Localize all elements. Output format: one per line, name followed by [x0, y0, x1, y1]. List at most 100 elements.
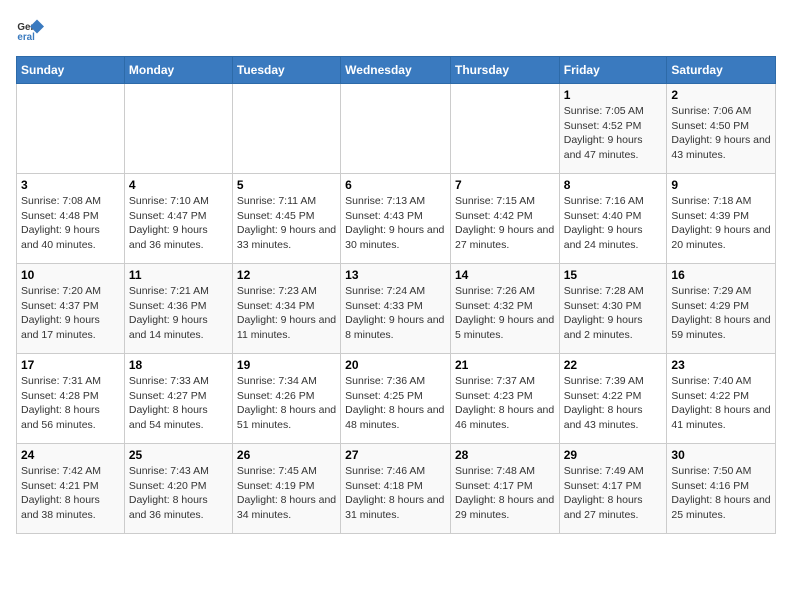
day-number: 25	[129, 448, 228, 462]
day-number: 20	[345, 358, 446, 372]
day-cell: 7 Sunrise: 7:15 AM Sunset: 4:42 PM Daylig…	[450, 174, 559, 264]
day-number: 16	[671, 268, 771, 282]
page-header: Gen eral	[16, 16, 776, 44]
day-cell: 14 Sunrise: 7:26 AM Sunset: 4:32 PM Dayli…	[450, 264, 559, 354]
day-number: 22	[564, 358, 663, 372]
day-info: Sunrise: 7:36 AM Sunset: 4:25 PM Dayligh…	[345, 374, 446, 433]
col-header-sunday: Sunday	[17, 57, 125, 84]
calendar-header-row: SundayMondayTuesdayWednesdayThursdayFrid…	[17, 57, 776, 84]
week-row-4: 17 Sunrise: 7:31 AM Sunset: 4:28 PM Dayli…	[17, 354, 776, 444]
logo-icon: Gen eral	[16, 16, 44, 44]
day-info: Sunrise: 7:49 AM Sunset: 4:17 PM Dayligh…	[564, 464, 663, 523]
col-header-saturday: Saturday	[667, 57, 776, 84]
day-cell: 8 Sunrise: 7:16 AM Sunset: 4:40 PM Daylig…	[559, 174, 667, 264]
week-row-5: 24 Sunrise: 7:42 AM Sunset: 4:21 PM Dayli…	[17, 444, 776, 534]
logo: Gen eral	[16, 16, 48, 44]
day-number: 18	[129, 358, 228, 372]
day-cell: 20 Sunrise: 7:36 AM Sunset: 4:25 PM Dayli…	[341, 354, 451, 444]
day-info: Sunrise: 7:16 AM Sunset: 4:40 PM Dayligh…	[564, 194, 663, 253]
day-info: Sunrise: 7:26 AM Sunset: 4:32 PM Dayligh…	[455, 284, 555, 343]
day-cell: 16 Sunrise: 7:29 AM Sunset: 4:29 PM Dayli…	[667, 264, 776, 354]
day-number: 24	[21, 448, 120, 462]
day-number: 13	[345, 268, 446, 282]
day-info: Sunrise: 7:37 AM Sunset: 4:23 PM Dayligh…	[455, 374, 555, 433]
day-info: Sunrise: 7:23 AM Sunset: 4:34 PM Dayligh…	[237, 284, 336, 343]
day-cell: 13 Sunrise: 7:24 AM Sunset: 4:33 PM Dayli…	[341, 264, 451, 354]
day-info: Sunrise: 7:18 AM Sunset: 4:39 PM Dayligh…	[671, 194, 771, 253]
day-number: 3	[21, 178, 120, 192]
week-row-1: 1Sunrise: 7:05 AM Sunset: 4:52 PM Daylig…	[17, 84, 776, 174]
day-info: Sunrise: 7:13 AM Sunset: 4:43 PM Dayligh…	[345, 194, 446, 253]
day-cell	[450, 84, 559, 174]
day-cell: 22 Sunrise: 7:39 AM Sunset: 4:22 PM Dayli…	[559, 354, 667, 444]
day-info: Sunrise: 7:20 AM Sunset: 4:37 PM Dayligh…	[21, 284, 120, 343]
day-cell: 2 Sunrise: 7:06 AM Sunset: 4:50 PM Daylig…	[667, 84, 776, 174]
day-number: 28	[455, 448, 555, 462]
day-number: 4	[129, 178, 228, 192]
day-number: 19	[237, 358, 336, 372]
day-number: 2	[671, 88, 771, 102]
day-number: 30	[671, 448, 771, 462]
week-row-2: 3Sunrise: 7:08 AM Sunset: 4:48 PM Daylig…	[17, 174, 776, 264]
day-info: Sunrise: 7:46 AM Sunset: 4:18 PM Dayligh…	[345, 464, 446, 523]
day-cell: 9Sunrise: 7:18 AM Sunset: 4:39 PM Daylig…	[667, 174, 776, 264]
day-info: Sunrise: 7:29 AM Sunset: 4:29 PM Dayligh…	[671, 284, 771, 343]
day-cell: 18 Sunrise: 7:33 AM Sunset: 4:27 PM Dayli…	[124, 354, 232, 444]
day-info: Sunrise: 7:48 AM Sunset: 4:17 PM Dayligh…	[455, 464, 555, 523]
week-row-3: 10 Sunrise: 7:20 AM Sunset: 4:37 PM Dayli…	[17, 264, 776, 354]
day-cell: 4 Sunrise: 7:10 AM Sunset: 4:47 PM Daylig…	[124, 174, 232, 264]
day-info: Sunrise: 7:43 AM Sunset: 4:20 PM Dayligh…	[129, 464, 228, 523]
day-cell: 15Sunrise: 7:28 AM Sunset: 4:30 PM Dayli…	[559, 264, 667, 354]
day-info: Sunrise: 7:33 AM Sunset: 4:27 PM Dayligh…	[129, 374, 228, 433]
day-cell: 27Sunrise: 7:46 AM Sunset: 4:18 PM Dayli…	[341, 444, 451, 534]
day-info: Sunrise: 7:11 AM Sunset: 4:45 PM Dayligh…	[237, 194, 336, 253]
day-number: 8	[564, 178, 663, 192]
day-number: 10	[21, 268, 120, 282]
day-cell: 21 Sunrise: 7:37 AM Sunset: 4:23 PM Dayli…	[450, 354, 559, 444]
day-number: 6	[345, 178, 446, 192]
day-number: 14	[455, 268, 555, 282]
day-info: Sunrise: 7:42 AM Sunset: 4:21 PM Dayligh…	[21, 464, 120, 523]
day-cell: 17 Sunrise: 7:31 AM Sunset: 4:28 PM Dayli…	[17, 354, 125, 444]
day-cell: 26 Sunrise: 7:45 AM Sunset: 4:19 PM Dayli…	[232, 444, 340, 534]
day-cell: 3Sunrise: 7:08 AM Sunset: 4:48 PM Daylig…	[17, 174, 125, 264]
day-info: Sunrise: 7:21 AM Sunset: 4:36 PM Dayligh…	[129, 284, 228, 343]
day-cell: 6 Sunrise: 7:13 AM Sunset: 4:43 PM Daylig…	[341, 174, 451, 264]
day-cell: 5 Sunrise: 7:11 AM Sunset: 4:45 PM Daylig…	[232, 174, 340, 264]
day-cell: 23 Sunrise: 7:40 AM Sunset: 4:22 PM Dayli…	[667, 354, 776, 444]
day-cell	[17, 84, 125, 174]
day-cell: 11Sunrise: 7:21 AM Sunset: 4:36 PM Dayli…	[124, 264, 232, 354]
day-info: Sunrise: 7:45 AM Sunset: 4:19 PM Dayligh…	[237, 464, 336, 523]
day-cell: 29 Sunrise: 7:49 AM Sunset: 4:17 PM Dayli…	[559, 444, 667, 534]
day-cell: 12 Sunrise: 7:23 AM Sunset: 4:34 PM Dayli…	[232, 264, 340, 354]
day-number: 15	[564, 268, 663, 282]
col-header-monday: Monday	[124, 57, 232, 84]
day-cell: 19 Sunrise: 7:34 AM Sunset: 4:26 PM Dayli…	[232, 354, 340, 444]
day-info: Sunrise: 7:31 AM Sunset: 4:28 PM Dayligh…	[21, 374, 120, 433]
day-cell: 25 Sunrise: 7:43 AM Sunset: 4:20 PM Dayli…	[124, 444, 232, 534]
col-header-thursday: Thursday	[450, 57, 559, 84]
col-header-wednesday: Wednesday	[341, 57, 451, 84]
day-info: Sunrise: 7:15 AM Sunset: 4:42 PM Dayligh…	[455, 194, 555, 253]
day-number: 12	[237, 268, 336, 282]
calendar-table: SundayMondayTuesdayWednesdayThursdayFrid…	[16, 56, 776, 534]
day-info: Sunrise: 7:39 AM Sunset: 4:22 PM Dayligh…	[564, 374, 663, 433]
day-number: 21	[455, 358, 555, 372]
day-info: Sunrise: 7:10 AM Sunset: 4:47 PM Dayligh…	[129, 194, 228, 253]
day-number: 23	[671, 358, 771, 372]
day-cell: 30Sunrise: 7:50 AM Sunset: 4:16 PM Dayli…	[667, 444, 776, 534]
day-number: 26	[237, 448, 336, 462]
day-info: Sunrise: 7:34 AM Sunset: 4:26 PM Dayligh…	[237, 374, 336, 433]
day-info: Sunrise: 7:40 AM Sunset: 4:22 PM Dayligh…	[671, 374, 771, 433]
day-number: 17	[21, 358, 120, 372]
day-info: Sunrise: 7:06 AM Sunset: 4:50 PM Dayligh…	[671, 104, 771, 163]
svg-text:eral: eral	[17, 32, 35, 43]
day-number: 5	[237, 178, 336, 192]
col-header-friday: Friday	[559, 57, 667, 84]
day-cell	[232, 84, 340, 174]
day-cell	[341, 84, 451, 174]
day-number: 29	[564, 448, 663, 462]
day-cell: 1Sunrise: 7:05 AM Sunset: 4:52 PM Daylig…	[559, 84, 667, 174]
day-info: Sunrise: 7:24 AM Sunset: 4:33 PM Dayligh…	[345, 284, 446, 343]
day-number: 7	[455, 178, 555, 192]
